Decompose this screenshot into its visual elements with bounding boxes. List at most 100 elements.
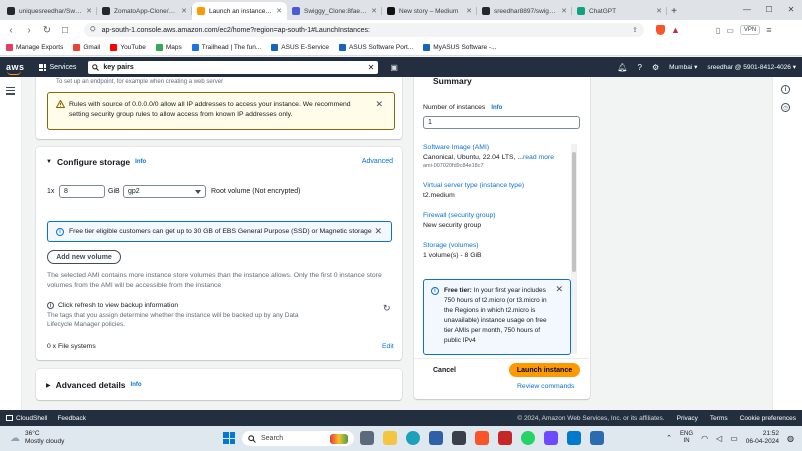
store-icon[interactable] bbox=[429, 431, 443, 445]
file-explorer-icon[interactable] bbox=[383, 431, 397, 445]
new-tab-button[interactable]: + bbox=[667, 2, 681, 20]
browser-tab[interactable]: sreedhar8897/swiggy Ta ✕ bbox=[477, 2, 572, 20]
wallet-icon[interactable]: ▭ bbox=[726, 26, 734, 35]
edit-file-systems-link[interactable]: Edit bbox=[382, 343, 394, 350]
whatsapp-icon[interactable] bbox=[521, 431, 535, 445]
dismiss-summary-alert-icon[interactable]: ✕ bbox=[555, 284, 563, 295]
brave-shield-icon[interactable] bbox=[656, 25, 665, 35]
hamburger-menu-icon[interactable] bbox=[6, 87, 15, 97]
close-window-icon[interactable]: ✕ bbox=[780, 0, 802, 18]
add-new-volume-button[interactable]: Add new volume bbox=[47, 250, 121, 264]
menu-icon[interactable]: ≡ bbox=[766, 25, 771, 35]
read-more-link[interactable]: read more bbox=[523, 154, 554, 161]
system-clock[interactable]: 21:52 06-04-2024 bbox=[746, 430, 779, 446]
taskbar-search[interactable]: Search bbox=[242, 431, 354, 446]
windows-start-icon[interactable] bbox=[223, 432, 235, 444]
tab-close-icon[interactable]: ✕ bbox=[181, 7, 187, 15]
bookmark-item[interactable]: ASUS Software Port... bbox=[338, 44, 413, 51]
bookmark-icon[interactable]: ☐ bbox=[60, 26, 70, 35]
volume-type-select[interactable]: gp2 bbox=[123, 185, 206, 198]
bookmark-item[interactable]: Maps bbox=[155, 44, 182, 51]
battery-icon[interactable]: ▭ bbox=[730, 434, 738, 443]
review-commands-link[interactable]: Review commands bbox=[517, 383, 574, 390]
cloudshell-icon[interactable]: ▣ bbox=[390, 63, 398, 72]
bookmark-item[interactable]: ASUS E-Service bbox=[271, 44, 329, 51]
bookmark-item[interactable]: YouTube bbox=[110, 44, 146, 51]
privacy-link[interactable]: Privacy bbox=[677, 415, 698, 422]
volume-size-input[interactable]: 8 bbox=[59, 185, 105, 198]
sidebar-toggle-icon[interactable]: ▯ bbox=[716, 26, 720, 35]
browser-tab[interactable]: ZomatoApp-Clone/Githu ✕ bbox=[97, 2, 192, 20]
vpn-button[interactable]: VPN bbox=[739, 25, 761, 35]
rewards-icon[interactable]: ▲ bbox=[671, 25, 680, 35]
instance-type-label[interactable]: Virtual server type (instance type) bbox=[423, 182, 571, 189]
clock-icon[interactable]: ◷ bbox=[781, 103, 790, 112]
region-selector[interactable]: Mumbai ▾ bbox=[669, 63, 697, 71]
settings-icon[interactable]: ⚙ bbox=[652, 63, 659, 72]
storage-header[interactable]: ▼ Configure storage Info bbox=[46, 157, 146, 167]
refresh-icon[interactable]: ↻ bbox=[383, 303, 391, 314]
storage-info-link[interactable]: Info bbox=[135, 159, 146, 165]
notification-center-icon[interactable]: ◍ bbox=[787, 434, 794, 443]
help-panel-icon[interactable]: i bbox=[781, 85, 790, 94]
minimize-icon[interactable]: — bbox=[736, 0, 758, 18]
storage-label[interactable]: Storage (volumes) bbox=[423, 242, 571, 249]
dismiss-warning-icon[interactable]: ✕ bbox=[375, 99, 383, 110]
site-info-icon[interactable]: ⛭ bbox=[90, 26, 96, 34]
summary-scrollbar-thumb[interactable] bbox=[572, 152, 576, 272]
app-icon[interactable] bbox=[452, 431, 466, 445]
dismiss-free-tier-icon[interactable]: ✕ bbox=[374, 226, 382, 237]
instances-info-link[interactable]: Info bbox=[491, 105, 502, 111]
back-icon[interactable]: ‹ bbox=[6, 25, 16, 36]
feedback-link[interactable]: Feedback bbox=[57, 415, 86, 422]
tray-chevron-icon[interactable]: ⌃ bbox=[666, 434, 672, 442]
vscode-icon[interactable] bbox=[567, 431, 581, 445]
notifications-icon[interactable]: 🔔︎ bbox=[617, 63, 627, 72]
firewall-label[interactable]: Firewall (security group) bbox=[423, 212, 571, 219]
terms-link[interactable]: Terms bbox=[710, 415, 728, 422]
cancel-button[interactable]: Cancel bbox=[433, 367, 456, 374]
advanced-link[interactable]: Advanced bbox=[362, 158, 393, 165]
share-icon[interactable]: ⇪ bbox=[632, 26, 638, 34]
browser-tab[interactable]: ChatGPT ✕ bbox=[572, 2, 667, 20]
services-menu[interactable]: Services bbox=[38, 63, 76, 71]
weather-widget[interactable]: ☁ 36°C Mostly cloudy bbox=[10, 430, 64, 446]
cloudshell-link[interactable]: CloudShell bbox=[6, 415, 47, 422]
bookmark-item[interactable]: Trailhead | The fun... bbox=[191, 44, 261, 51]
aws-logo[interactable]: aws bbox=[6, 62, 25, 75]
aws-search-input[interactable]: key pairs ✕ bbox=[88, 60, 379, 74]
number-of-instances-input[interactable]: 1 bbox=[423, 116, 580, 129]
tab-close-icon[interactable]: ✕ bbox=[466, 7, 472, 15]
tab-close-icon[interactable]: ✕ bbox=[86, 7, 92, 15]
maximize-icon[interactable]: ☐ bbox=[758, 0, 780, 18]
language-indicator[interactable]: ENG IN bbox=[680, 431, 693, 445]
browser-tab[interactable]: Launch an instance | EC2 ✕ bbox=[192, 2, 287, 20]
tab-close-icon[interactable]: ✕ bbox=[561, 7, 567, 15]
wifi-icon[interactable]: ◠ bbox=[701, 434, 708, 443]
tab-close-icon[interactable]: ✕ bbox=[276, 7, 282, 15]
task-view-icon[interactable] bbox=[360, 431, 374, 445]
reload-icon[interactable]: ↻ bbox=[42, 25, 52, 36]
address-bar[interactable]: ⛭ ap-south-1.console.aws.amazon.com/ec2/… bbox=[84, 23, 644, 37]
help-icon[interactable]: ? bbox=[638, 63, 642, 72]
browser-tab[interactable]: New story – Medium ✕ bbox=[382, 2, 477, 20]
browser-tab[interactable]: Swiggy_Clone:8fae6ef6-✕ bbox=[287, 2, 382, 20]
terminal-icon[interactable] bbox=[590, 431, 604, 445]
launch-instance-button[interactable]: Launch instance bbox=[509, 363, 580, 377]
collapse-caret-icon[interactable]: ▼ bbox=[46, 159, 52, 165]
bookmark-item[interactable]: Gmail bbox=[73, 44, 100, 51]
tab-close-icon[interactable]: ✕ bbox=[371, 7, 377, 15]
cookie-preferences-link[interactable]: Cookie preferences bbox=[740, 415, 796, 422]
forward-icon[interactable]: › bbox=[24, 25, 34, 36]
expand-caret-icon[interactable]: ▶ bbox=[46, 382, 51, 389]
tab-close-icon[interactable]: ✕ bbox=[656, 7, 662, 15]
volume-icon[interactable]: ◁ bbox=[716, 434, 722, 443]
brave-browser-icon[interactable] bbox=[475, 431, 489, 445]
account-menu[interactable]: sreedhar @ 5901-8412-4026 ▾ bbox=[707, 63, 796, 71]
browser-tab[interactable]: uniquesreedhar/Swiggy_C ✕ bbox=[2, 2, 97, 20]
bookmark-item[interactable]: MyASUS Software -... bbox=[423, 44, 497, 51]
advanced-details-info-link[interactable]: Info bbox=[131, 382, 142, 388]
app-grid-icon[interactable] bbox=[544, 431, 558, 445]
bookmark-item[interactable]: Manage Exports bbox=[6, 44, 63, 51]
edge-icon[interactable] bbox=[406, 431, 420, 445]
